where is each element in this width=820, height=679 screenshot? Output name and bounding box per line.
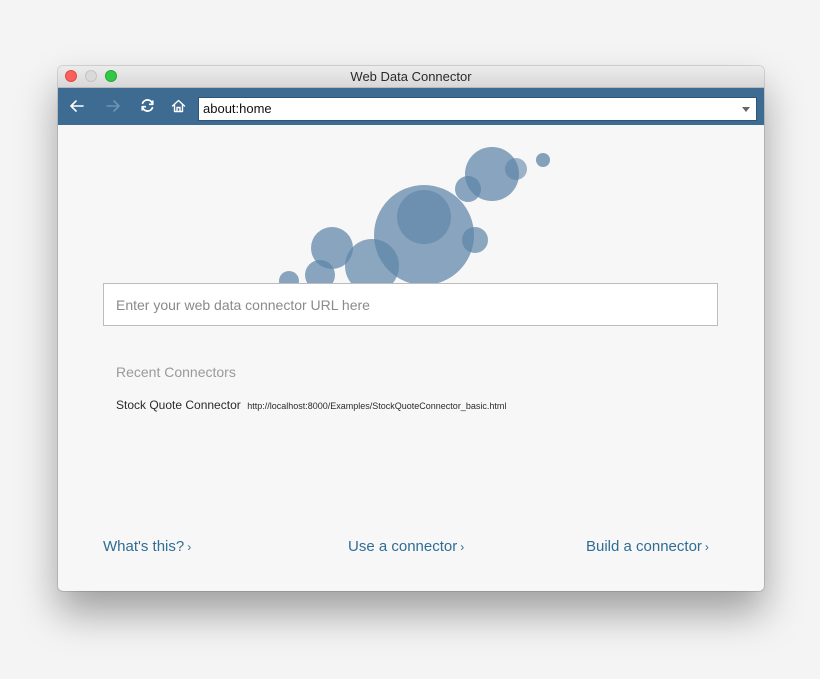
use-connector-label[interactable]: Use a connector: [348, 538, 457, 555]
bubble: [536, 153, 550, 167]
chevron-right-icon: ›: [187, 540, 192, 554]
bubbles-logo: [279, 147, 550, 283]
bubble: [397, 190, 451, 244]
build-connector-link[interactable]: Build a connector ›: [586, 538, 709, 555]
recent-connector-name[interactable]: Stock Quote Connector: [116, 398, 241, 412]
whats-this-label[interactable]: What's this?: [103, 538, 184, 555]
bubble: [505, 158, 527, 180]
chevron-right-icon: ›: [460, 540, 465, 554]
recent-connector-url: http://localhost:8000/Examples/StockQuot…: [247, 401, 507, 411]
use-connector-link[interactable]: Use a connector ›: [348, 538, 464, 555]
bubble: [455, 176, 481, 202]
recent-connector-item[interactable]: Stock Quote Connector http://localhost:8…: [116, 396, 506, 414]
app-window: Web Data Connector about:home Enter your…: [58, 66, 764, 591]
build-connector-label[interactable]: Build a connector: [586, 538, 702, 555]
whats-this-link[interactable]: What's this? ›: [103, 538, 191, 555]
recent-connectors-heading: Recent Connectors: [116, 364, 236, 380]
connector-url-input[interactable]: [103, 283, 718, 326]
chevron-right-icon: ›: [704, 540, 709, 554]
bubble: [462, 227, 488, 253]
